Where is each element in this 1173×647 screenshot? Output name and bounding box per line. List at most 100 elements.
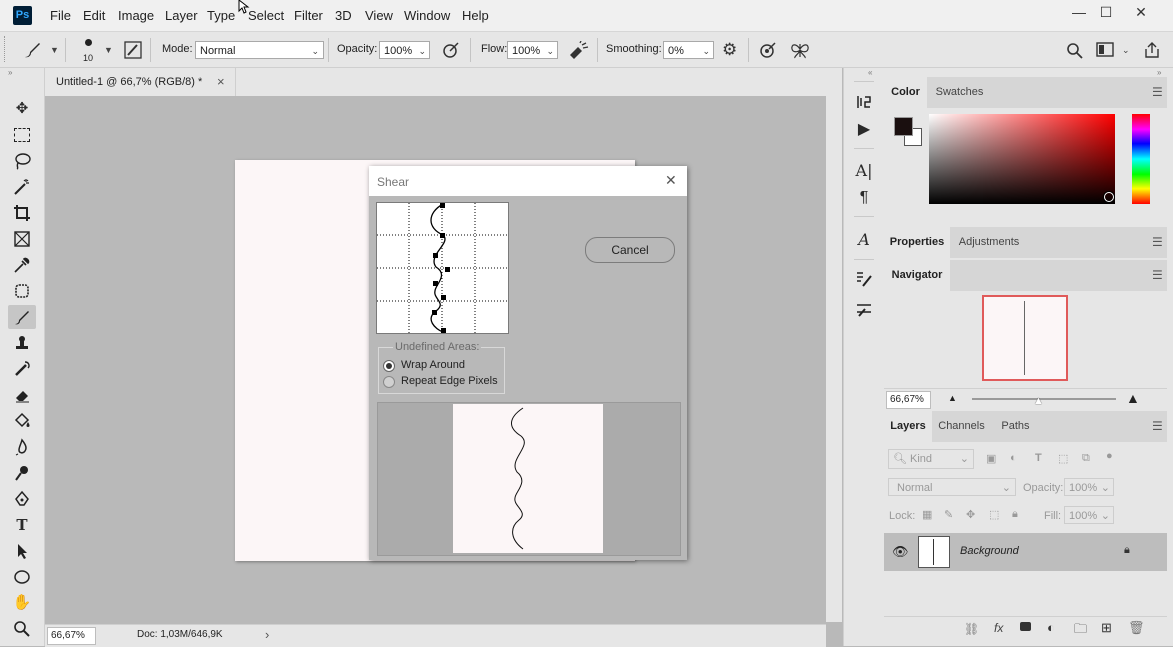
- airbrush-icon[interactable]: [568, 41, 590, 59]
- eraser-tool-icon[interactable]: [8, 383, 36, 407]
- menu-view[interactable]: View: [365, 8, 393, 23]
- trash-icon[interactable]: 🗑︎: [1128, 620, 1145, 636]
- repeat-edge-pixels-radio[interactable]: [383, 376, 395, 388]
- add-mask-icon[interactable]: [1020, 622, 1031, 631]
- vertical-scrollbar[interactable]: [826, 96, 842, 622]
- share-icon[interactable]: [1143, 41, 1161, 59]
- tab-channels[interactable]: Channels: [932, 411, 991, 442]
- color-field[interactable]: [929, 114, 1115, 204]
- brush-dot-icon[interactable]: [85, 39, 92, 46]
- layer-filter-select[interactable]: 🔍︎ Kind ⌄: [888, 449, 974, 469]
- minimize-button[interactable]: —: [1066, 3, 1092, 21]
- collapse-icon[interactable]: «: [868, 68, 872, 77]
- layer-row-background[interactable]: 👁︎ Background 🔒︎: [884, 533, 1167, 571]
- tab-layers[interactable]: Layers: [884, 411, 932, 442]
- color-picker-cursor[interactable]: [1104, 192, 1114, 202]
- cancel-button[interactable]: Cancel: [585, 237, 675, 263]
- move-tool-icon[interactable]: ✥: [8, 97, 36, 121]
- history-icon[interactable]: [853, 91, 875, 113]
- repeat-edge-pixels-option[interactable]: Repeat Edge Pixels: [383, 374, 543, 390]
- brush-tool-icon[interactable]: [8, 305, 36, 329]
- search-icon[interactable]: [1066, 42, 1084, 60]
- fill-input[interactable]: 100% ⌄: [1064, 506, 1114, 524]
- flow-input[interactable]: 100% ⌄: [507, 41, 558, 59]
- fx-icon[interactable]: fx: [994, 621, 1003, 635]
- zoom-out-icon[interactable]: ▲: [948, 393, 957, 403]
- symmetry-butterfly-icon[interactable]: [790, 41, 810, 59]
- panel-menu-icon[interactable]: ☰: [1152, 85, 1163, 99]
- filter-adjustment-icon[interactable]: ◐: [1010, 452, 1017, 464]
- clone-stamp-tool-icon[interactable]: [8, 331, 36, 355]
- tab-swatches[interactable]: Swatches: [927, 77, 992, 108]
- maximize-button[interactable]: ☐: [1093, 3, 1119, 21]
- zoom-slider-track[interactable]: [972, 398, 1116, 400]
- menu-edit[interactable]: Edit: [83, 8, 105, 23]
- tab-color[interactable]: Color: [884, 77, 927, 108]
- brush-settings-panel-icon[interactable]: [853, 268, 875, 290]
- lock-image-icon[interactable]: ✎: [944, 508, 953, 521]
- panel-menu-icon[interactable]: ☰: [1152, 419, 1163, 433]
- path-selection-tool-icon[interactable]: [8, 539, 36, 563]
- hand-tool-icon[interactable]: ✋: [8, 591, 36, 615]
- lock-position-icon[interactable]: ✥: [966, 508, 975, 521]
- tab-untitled-1[interactable]: Untitled-1 @ 66,7% (RGB/8) * ×: [45, 68, 236, 96]
- pressure-opacity-icon[interactable]: [441, 41, 461, 59]
- hue-slider[interactable]: [1132, 114, 1150, 204]
- ellipse-tool-icon[interactable]: [8, 565, 36, 589]
- dialog-title-bar[interactable]: Shear ✕: [369, 166, 687, 196]
- menu-select[interactable]: Select: [248, 8, 284, 23]
- wrap-around-radio[interactable]: [383, 360, 395, 372]
- opacity-input[interactable]: 100% ⌄: [379, 41, 430, 59]
- menu-3d[interactable]: 3D: [335, 8, 352, 23]
- paint-bucket-tool-icon[interactable]: [8, 409, 36, 433]
- menu-help[interactable]: Help: [462, 8, 489, 23]
- lock-all-icon[interactable]: 🔒︎: [1012, 508, 1018, 521]
- lasso-tool-icon[interactable]: [8, 149, 36, 173]
- zoom-slider-thumb[interactable]: ▲: [1033, 395, 1044, 407]
- adjustment-layer-icon[interactable]: ◐: [1047, 620, 1055, 635]
- new-layer-icon[interactable]: ⊞: [1101, 620, 1112, 636]
- actions-play-icon[interactable]: ▶: [853, 119, 875, 141]
- close-window-button[interactable]: ✕: [1128, 3, 1154, 21]
- brush-picker-chevron-icon[interactable]: ▼: [104, 45, 113, 55]
- menu-image[interactable]: Image: [118, 8, 154, 23]
- lock-transparent-icon[interactable]: ▦: [922, 508, 932, 521]
- shear-curve-editor[interactable]: [377, 203, 508, 333]
- history-brush-tool-icon[interactable]: [8, 357, 36, 381]
- zoom-in-icon[interactable]: ▲: [1126, 390, 1140, 406]
- navigator-thumbnail[interactable]: [982, 295, 1068, 381]
- brush-settings-icon[interactable]: [124, 41, 142, 59]
- brushes-panel-icon[interactable]: [853, 298, 875, 320]
- zoom-tool-icon[interactable]: [8, 617, 36, 641]
- smoothing-input[interactable]: 0% ⌄: [663, 41, 714, 59]
- panel-menu-icon[interactable]: ☰: [1152, 268, 1163, 282]
- new-group-icon[interactable]: 🗀︎: [1074, 620, 1087, 642]
- type-tool-icon[interactable]: T: [8, 513, 36, 537]
- menu-window[interactable]: Window: [404, 8, 450, 23]
- zoom-field[interactable]: 66,67%: [47, 627, 96, 645]
- menu-layer[interactable]: Layer: [165, 8, 198, 23]
- link-layers-icon[interactable]: ⛓︎: [964, 622, 979, 636]
- menu-type[interactable]: Type: [207, 8, 235, 23]
- tab-adjustments[interactable]: Adjustments: [950, 227, 1028, 258]
- workspace-icon[interactable]: [1096, 42, 1114, 58]
- tab-paths[interactable]: Paths: [991, 411, 1040, 442]
- panel-menu-icon[interactable]: ☰: [1152, 235, 1163, 249]
- chevron-down-icon[interactable]: ⌄: [1122, 45, 1130, 56]
- blur-tool-icon[interactable]: [8, 435, 36, 459]
- visibility-eye-icon[interactable]: 👁︎: [892, 544, 909, 560]
- character-icon[interactable]: A|: [853, 160, 875, 182]
- chevron-down-icon[interactable]: ▼: [50, 45, 59, 55]
- menu-file[interactable]: File: [50, 8, 71, 23]
- filter-type-icon[interactable]: T: [1035, 452, 1042, 464]
- crop-tool-icon[interactable]: [8, 201, 36, 225]
- menu-filter[interactable]: Filter: [294, 8, 323, 23]
- options-grip[interactable]: [4, 36, 9, 62]
- lock-artboard-icon[interactable]: ⬚: [989, 508, 999, 521]
- marquee-tool-icon[interactable]: [8, 123, 36, 147]
- dodge-tool-icon[interactable]: [8, 461, 36, 485]
- shear-curve-grid[interactable]: [376, 202, 509, 334]
- filter-pixel-icon[interactable]: ▣: [986, 452, 996, 465]
- collapse-icon[interactable]: »: [8, 68, 12, 77]
- filter-toggle-icon[interactable]: ●: [1106, 450, 1113, 462]
